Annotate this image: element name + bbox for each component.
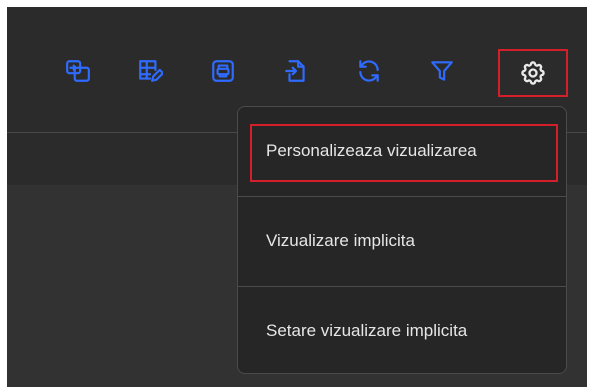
print-icon (212, 60, 234, 82)
swap-view-button[interactable] (60, 53, 96, 89)
menu-item-set-default-view[interactable]: Setare vizualizare implicita (238, 286, 566, 374)
settings-dropdown-menu: Personalizeaza vizualizarea Vizualizare … (237, 106, 567, 374)
filter-button[interactable] (424, 53, 460, 89)
export-icon (285, 60, 305, 82)
print-button[interactable] (205, 53, 241, 89)
settings-button[interactable] (498, 49, 568, 97)
menu-item-customize-view[interactable]: Personalizeaza vizualizarea (238, 107, 566, 195)
settings-gear-icon (521, 61, 545, 85)
edit-table-button[interactable] (132, 53, 168, 89)
menu-item-label: Setare vizualizare implicita (266, 320, 468, 340)
swap-view-icon (66, 60, 90, 82)
app-window: Personalizeaza vizualizarea Vizualizare … (7, 7, 587, 387)
menu-item-default-view[interactable]: Vizualizare implicita (238, 196, 566, 284)
menu-item-label: Personalizeaza vizualizarea (266, 141, 477, 160)
refresh-button[interactable] (351, 53, 387, 89)
edit-table-icon (139, 60, 163, 82)
menu-item-label: Vizualizare implicita (266, 230, 415, 250)
refresh-icon (359, 60, 379, 82)
filter-icon (431, 61, 453, 81)
export-button[interactable] (278, 53, 314, 89)
